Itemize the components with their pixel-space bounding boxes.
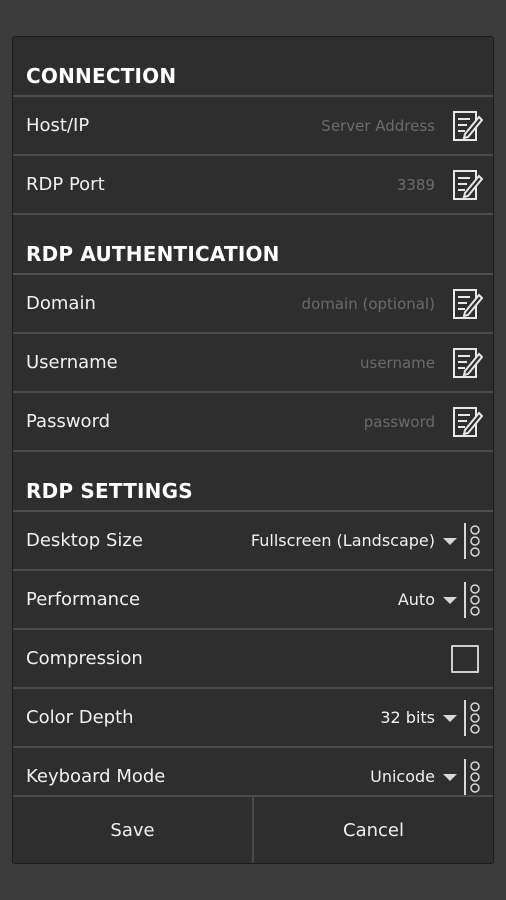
- edit-icon[interactable]: [451, 285, 483, 323]
- spinner-dots-icon[interactable]: [463, 758, 483, 796]
- edit-icon[interactable]: [451, 107, 483, 145]
- color-depth-label: Color Depth: [26, 707, 134, 728]
- performance-value[interactable]: Auto: [398, 590, 435, 609]
- settings-scroll-area[interactable]: CONNECTION Host/IP Server Address RDP Po…: [13, 37, 493, 797]
- rdp-port-label: RDP Port: [26, 174, 105, 195]
- domain-field[interactable]: Domain domain (optional): [13, 275, 493, 334]
- desktop-size-value[interactable]: Fullscreen (Landscape): [251, 531, 435, 550]
- compression-checkbox[interactable]: [451, 644, 479, 673]
- username-label: Username: [26, 352, 118, 373]
- dropdown-arrow-icon[interactable]: [443, 595, 457, 605]
- performance-label: Performance: [26, 589, 141, 610]
- dropdown-arrow-icon[interactable]: [443, 536, 457, 546]
- color-depth-value[interactable]: 32 bits: [380, 708, 435, 727]
- host-ip-field[interactable]: Host/IP Server Address: [13, 97, 493, 156]
- username-field[interactable]: Username username: [13, 334, 493, 393]
- spinner-dots-icon[interactable]: [463, 522, 483, 560]
- color-depth-select[interactable]: Color Depth 32 bits: [13, 689, 493, 748]
- dialog-button-bar: Save Cancel: [13, 795, 493, 863]
- desktop-size-select[interactable]: Desktop Size Fullscreen (Landscape): [13, 512, 493, 571]
- compression-label: Compression: [26, 648, 143, 669]
- domain-label: Domain: [26, 293, 96, 314]
- dropdown-arrow-icon[interactable]: [443, 772, 457, 782]
- settings-panel: CONNECTION Host/IP Server Address RDP Po…: [12, 36, 494, 864]
- section-header-settings: RDP SETTINGS: [13, 452, 493, 512]
- section-header-connection: CONNECTION: [13, 37, 493, 97]
- password-field[interactable]: Password password: [13, 393, 493, 452]
- cancel-button[interactable]: Cancel: [252, 797, 493, 863]
- edit-icon[interactable]: [451, 403, 483, 441]
- save-button[interactable]: Save: [13, 797, 252, 863]
- username-placeholder[interactable]: username: [360, 354, 435, 372]
- section-header-authentication: RDP AUTHENTICATION: [13, 215, 493, 275]
- password-label: Password: [26, 411, 111, 432]
- domain-placeholder[interactable]: domain (optional): [302, 295, 435, 313]
- compression-toggle[interactable]: Compression: [13, 630, 493, 689]
- rdp-port-field[interactable]: RDP Port 3389: [13, 156, 493, 215]
- dropdown-arrow-icon[interactable]: [443, 713, 457, 723]
- keyboard-mode-value[interactable]: Unicode: [370, 767, 435, 786]
- desktop-size-label: Desktop Size: [26, 530, 143, 551]
- host-ip-label: Host/IP: [26, 115, 90, 136]
- performance-select[interactable]: Performance Auto: [13, 571, 493, 630]
- keyboard-mode-label: Keyboard Mode: [26, 766, 166, 787]
- edit-icon[interactable]: [451, 166, 483, 204]
- spinner-dots-icon[interactable]: [463, 699, 483, 737]
- edit-icon[interactable]: [451, 344, 483, 382]
- rdp-port-placeholder[interactable]: 3389: [397, 176, 435, 194]
- spinner-dots-icon[interactable]: [463, 581, 483, 619]
- keyboard-mode-select[interactable]: Keyboard Mode Unicode: [13, 748, 493, 797]
- password-placeholder[interactable]: password: [364, 413, 435, 431]
- host-ip-placeholder[interactable]: Server Address: [321, 117, 435, 135]
